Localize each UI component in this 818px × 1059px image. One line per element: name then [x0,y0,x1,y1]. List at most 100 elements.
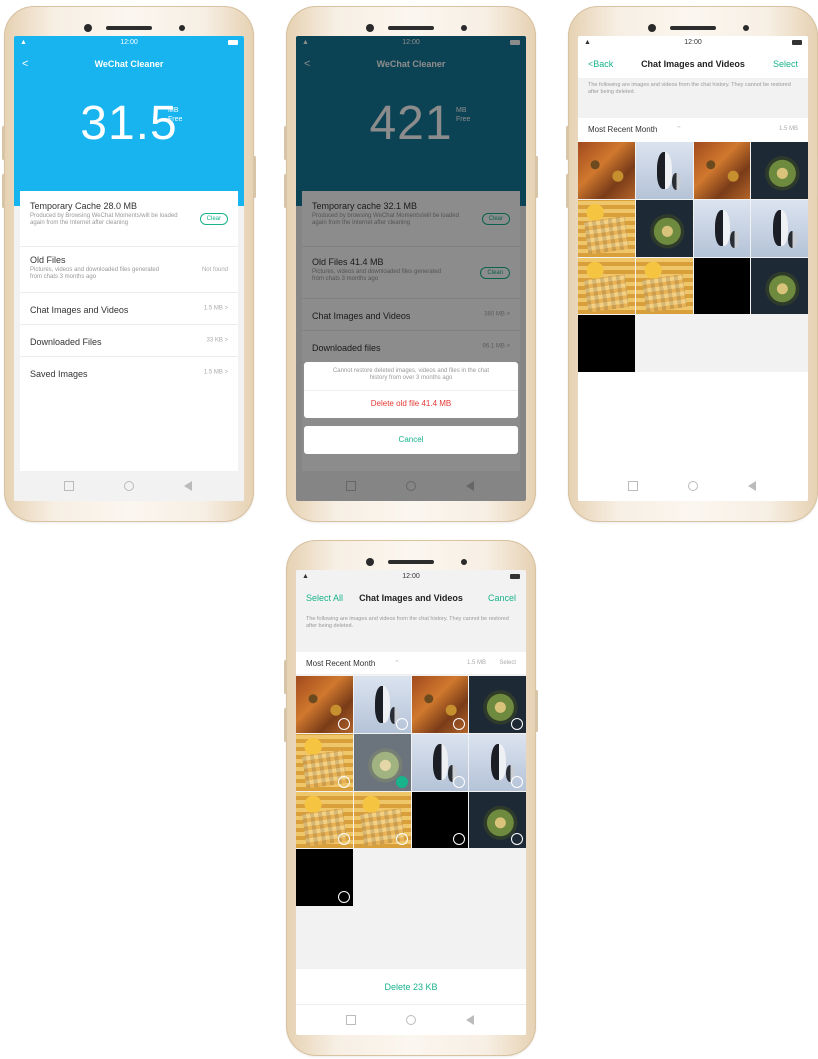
list-item-saved-images[interactable]: Saved Images 1.5 MB > [20,357,238,388]
image-thumbnail-waffle[interactable] [635,257,693,315]
image-thumbnail-salad[interactable] [469,676,526,733]
image-thumbnail-penguin[interactable] [469,733,526,791]
status-bar: ▲ 12:00 [14,36,244,50]
select-circle-icon[interactable] [453,775,466,788]
list-item-downloaded[interactable]: Downloaded Files 33 KB > [20,325,238,357]
earpiece-speaker [388,26,434,30]
section-header: Most Recent Month ⌃ 1.5 MB [578,118,808,140]
image-thumbnail-penguin[interactable] [635,142,693,199]
cleaner-list: Temporary Cache 28.0 MB Produced by Brow… [20,191,238,471]
select-circle-icon[interactable] [395,717,408,730]
image-thumbnail-waffle[interactable] [353,791,411,849]
home-key-icon[interactable] [688,481,698,491]
status-time: 12:00 [684,39,702,46]
select-circle-icon[interactable] [511,717,523,730]
image-thumbnail-food[interactable] [578,142,635,199]
image-thumbnail-black[interactable] [578,315,635,372]
image-thumbnail-black[interactable] [693,257,751,315]
status-time: 12:00 [120,39,138,46]
image-thumbnail-penguin[interactable] [693,199,751,257]
battery-icon [510,574,520,579]
sensor [461,25,467,31]
select-circle-icon[interactable] [337,891,350,903]
screen: 421 MB Free ▲ 12:00 < WeChat Cleaner Tem… [296,36,526,501]
image-thumbnail-food[interactable] [411,676,469,733]
image-thumbnail-penguin[interactable] [751,199,808,257]
status-time: 12:00 [402,573,420,580]
delete-selected-button[interactable]: Delete 23 KB [384,982,437,992]
back-key-icon[interactable] [184,481,192,491]
image-thumbnail-waffle[interactable] [578,199,635,257]
image-thumbnail-salad[interactable] [751,142,808,199]
section-select-link[interactable]: Select [499,660,516,666]
select-circle-icon[interactable] [511,833,523,846]
image-thumbnail-salad[interactable] [751,257,808,315]
select-circle-icon[interactable] [511,775,523,788]
select-circle-icon[interactable] [453,717,466,730]
back-key-icon[interactable] [748,481,756,491]
front-camera [366,24,374,32]
battery-icon [228,40,238,45]
home-key-icon[interactable] [406,1015,416,1025]
select-link[interactable]: Select [773,59,798,69]
power-button [253,156,256,198]
confirm-sheet: Cannot restore deleted images, videos an… [304,362,518,418]
system-nav-keys [14,471,244,501]
delete-old-files-button[interactable]: Delete old file 41.4 MB [304,390,518,408]
earpiece-speaker [388,560,434,564]
chevron-up-icon[interactable]: ⌃ [676,125,682,133]
select-circle-icon[interactable] [453,833,466,846]
back-key-icon[interactable] [466,1015,474,1025]
volume-down-button [2,174,5,208]
image-thumbnail-salad[interactable] [635,199,693,257]
nav-bar: <Back Chat Images and Videos Select [578,50,808,78]
nav-bar: Select All Chat Images and Videos Cancel [296,584,526,612]
image-grid [296,676,526,906]
list-item-temp-cache[interactable]: Temporary Cache 28.0 MB Produced by Brow… [20,191,238,247]
checked-circle-icon[interactable] [395,775,408,788]
image-thumbnail-salad[interactable] [469,791,526,849]
phone-chat-images: ▲ 12:00 <Back Chat Images and Videos Sel… [566,6,818,522]
image-thumbnail-waffle[interactable] [296,733,353,791]
sheet-warning: Cannot restore deleted images, videos an… [332,368,490,381]
amount-unit: MB Free [168,107,183,123]
select-circle-icon[interactable] [337,717,350,730]
info-band: The following are images and videos from… [578,78,808,118]
home-key-icon[interactable] [124,481,134,491]
volume-up-button [2,126,5,160]
image-thumbnail-penguin[interactable] [353,676,411,733]
image-thumbnail-penguin[interactable] [411,733,469,791]
system-nav-keys [296,1004,526,1035]
image-thumbnail-waffle[interactable] [578,257,635,315]
recents-key-icon[interactable] [346,1015,356,1025]
image-thumbnail-food[interactable] [693,142,751,199]
image-thumbnail-salad[interactable] [353,733,411,791]
select-circle-icon[interactable] [337,833,350,846]
screen: ▲ 12:00 <Back Chat Images and Videos Sel… [578,36,808,501]
screen: ▲ 12:00 Select All Chat Images and Video… [296,570,526,1035]
image-thumbnail-waffle[interactable] [296,791,353,849]
volume-up-button [566,126,569,160]
volume-down-button [566,174,569,208]
recents-key-icon[interactable] [628,481,638,491]
list-item-old-files[interactable]: Old Files Pictures, videos and downloade… [20,247,238,293]
section-header: Most Recent Month ⌃ 1.5 MB Select [296,652,526,674]
image-thumbnail-black[interactable] [411,791,469,849]
front-camera [366,558,374,566]
image-thumbnail-food[interactable] [296,676,353,733]
phone-select-images: ▲ 12:00 Select All Chat Images and Video… [284,540,538,1056]
nav-bar: < WeChat Cleaner [14,50,244,78]
select-circle-icon[interactable] [337,775,350,788]
list-item-chat-images[interactable]: Chat Images and Videos 1.5 MB > [20,293,238,325]
cancel-link[interactable]: Cancel [488,593,516,603]
earpiece-speaker [670,26,716,30]
image-thumbnail-black[interactable] [296,849,353,906]
select-circle-icon[interactable] [395,833,408,846]
cancel-button[interactable]: Cancel [304,426,518,454]
delete-bar: Delete 23 KB [296,969,526,1005]
chevron-up-icon[interactable]: ⌃ [394,659,400,667]
status-bar: ▲ 12:00 [578,36,808,50]
clear-button[interactable]: Clear [199,212,228,225]
recents-key-icon[interactable] [64,481,74,491]
volume-down-button [284,174,287,208]
